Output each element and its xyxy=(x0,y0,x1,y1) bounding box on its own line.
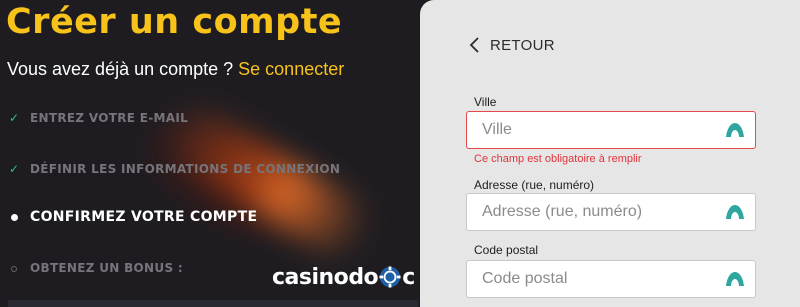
poker-chip-icon xyxy=(379,266,401,288)
autofill-key-icon[interactable] xyxy=(725,271,745,287)
login-prompt-text: Vous avez déjà un compte ? xyxy=(7,59,239,79)
signup-left-panel: Créer un compte Vous avez déjà un compte… xyxy=(0,0,430,307)
postal-code-input[interactable] xyxy=(466,260,756,298)
autofill-key-icon[interactable] xyxy=(725,204,745,220)
step-get-bonus: OBTENEZ UN BONUS : xyxy=(6,258,183,278)
chevron-left-icon xyxy=(469,37,479,53)
signup-form-panel: RETOUR Ville Ce champ est obligatoire à … xyxy=(420,0,800,307)
autofill-key-icon[interactable] xyxy=(725,122,745,138)
back-button[interactable]: RETOUR xyxy=(468,36,555,54)
step-label: OBTENEZ UN BONUS : xyxy=(30,261,183,275)
step-label: DÉFINIR LES INFORMATIONS DE CONNEXION xyxy=(30,162,341,176)
login-prompt: Vous avez déjà un compte ? Se connecter xyxy=(7,59,344,80)
dot-icon xyxy=(6,210,22,224)
ring-icon xyxy=(6,261,22,275)
step-confirm-account: CONFIRMEZ VOTRE COMPTE xyxy=(6,207,257,227)
postal-code-label: Code postal xyxy=(474,243,539,257)
city-label: Ville xyxy=(474,95,497,109)
city-input[interactable] xyxy=(466,111,756,149)
step-label: ENTREZ VOTRE E-MAIL xyxy=(30,111,189,125)
step-login-info: ✓ DÉFINIR LES INFORMATIONS DE CONNEXION xyxy=(6,159,340,179)
logo-do: do xyxy=(348,264,379,290)
city-error-message: Ce champ est obligatoire à remplir xyxy=(474,153,642,165)
bottom-bar xyxy=(8,300,418,307)
page-title: Créer un compte xyxy=(6,2,343,42)
check-icon: ✓ xyxy=(8,162,20,176)
step-enter-email: ✓ ENTREZ VOTRE E-MAIL xyxy=(6,108,188,128)
step-label: CONFIRMEZ VOTRE COMPTE xyxy=(30,209,258,225)
address-input[interactable] xyxy=(466,193,756,231)
login-link[interactable]: Se connecter xyxy=(238,59,344,79)
check-icon: ✓ xyxy=(8,111,20,125)
casinodoc-logo: casino do c xyxy=(272,264,415,290)
back-label: RETOUR xyxy=(490,36,555,54)
address-label: Adresse (rue, numéro) xyxy=(474,178,595,192)
